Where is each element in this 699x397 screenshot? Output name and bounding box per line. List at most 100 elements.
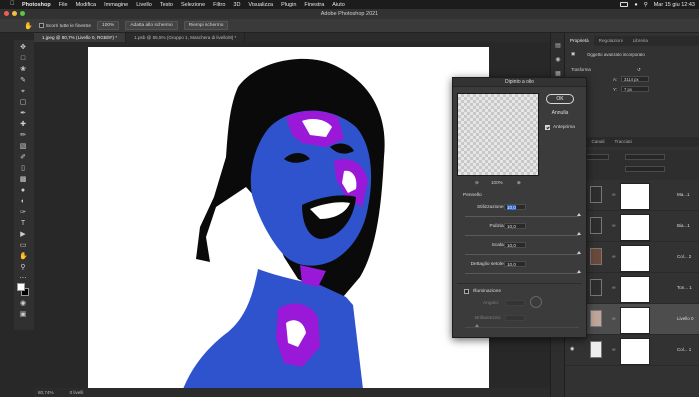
layer-mask-thumbnail[interactable] bbox=[620, 183, 650, 210]
more-tools-icon[interactable]: ⋯ bbox=[19, 275, 27, 283]
layer-thumbnail[interactable] bbox=[590, 310, 602, 327]
move-tool-icon[interactable]: ✥ bbox=[19, 44, 27, 52]
dialog-title[interactable]: Dipinto a olio bbox=[453, 78, 586, 87]
menu-file[interactable]: File bbox=[59, 2, 68, 8]
menu-3d[interactable]: 3D bbox=[233, 2, 240, 8]
fill-screen-button[interactable]: Riempi schermo bbox=[183, 21, 229, 30]
brush-field-slider[interactable] bbox=[465, 270, 581, 274]
dodge-tool-icon[interactable]: ◐ bbox=[19, 198, 27, 206]
slider-knob[interactable] bbox=[577, 232, 581, 235]
tab-paths[interactable]: Tracciati bbox=[610, 137, 637, 147]
battery-icon[interactable] bbox=[620, 2, 629, 7]
lasso-tool-icon[interactable]: ❀ bbox=[19, 66, 27, 74]
link-icon[interactable]: ∞ bbox=[612, 347, 617, 354]
scroll-all-checkbox[interactable] bbox=[38, 22, 44, 28]
lighting-checkbox[interactable] bbox=[464, 289, 469, 294]
layer-name[interactable]: Livello 0 bbox=[677, 316, 694, 321]
tab-properties[interactable]: Proprietà bbox=[565, 36, 594, 46]
slider-knob[interactable] bbox=[577, 270, 581, 273]
tab-1-jpeg[interactable]: 1.jpeg @ 80,7% (Livello 0, RGB/8*) * bbox=[34, 33, 127, 42]
history-panel-icon[interactable]: ▤ bbox=[555, 43, 561, 49]
brush-field-input[interactable]: 10,0 bbox=[504, 242, 526, 248]
layer-mask-thumbnail[interactable] bbox=[620, 214, 650, 241]
link-icon[interactable]: ∞ bbox=[612, 192, 617, 199]
brush-field-input[interactable]: 10,0 bbox=[504, 223, 526, 229]
menu-visualizza[interactable]: Visualizza bbox=[248, 2, 273, 8]
link-icon[interactable]: ∞ bbox=[612, 223, 617, 230]
menu-plugin[interactable]: Plugin bbox=[281, 2, 296, 8]
menu-finestra[interactable]: Finestra bbox=[304, 2, 324, 8]
layer-thumbnail[interactable] bbox=[590, 248, 602, 265]
link-icon[interactable]: ∞ bbox=[612, 316, 617, 323]
layer-thumbnail[interactable] bbox=[590, 279, 602, 296]
blend-mode-select[interactable] bbox=[625, 154, 665, 160]
layer-name[interactable]: Bia...1 bbox=[677, 223, 690, 228]
pen-tool-icon[interactable]: ✑ bbox=[19, 209, 27, 217]
blur-tool-icon[interactable]: ● bbox=[19, 187, 27, 195]
fit-screen-button[interactable]: Adatta allo schermo bbox=[125, 21, 178, 30]
tab-adjustments[interactable]: Regolazioni bbox=[594, 36, 628, 46]
document-canvas[interactable] bbox=[88, 47, 489, 389]
menu-app[interactable]: Photoshop bbox=[22, 2, 51, 8]
path-select-tool-icon[interactable]: ▶ bbox=[19, 231, 27, 239]
layer-mask-thumbnail[interactable] bbox=[620, 307, 650, 334]
layer-name[interactable]: Ton... 1 bbox=[677, 285, 692, 290]
apple-icon[interactable]:  bbox=[10, 1, 16, 8]
menu-testo[interactable]: Testo bbox=[160, 2, 173, 8]
shape-tool-icon[interactable]: ▭ bbox=[19, 242, 27, 250]
wifi-icon[interactable]: ● bbox=[634, 2, 637, 8]
y-field[interactable]: 7 px bbox=[621, 86, 649, 92]
history-brush-tool-icon[interactable]: ✐ bbox=[19, 154, 27, 162]
visibility-eye-icon[interactable]: ◉ bbox=[570, 347, 577, 352]
quick-select-tool-icon[interactable]: ✎ bbox=[19, 77, 27, 85]
foreground-color-swatch[interactable] bbox=[17, 283, 25, 291]
quick-mask-icon[interactable]: ◉ bbox=[19, 300, 27, 308]
brush-field-slider[interactable] bbox=[465, 251, 581, 255]
tab-1-psb[interactable]: 1.psb @ 55,5% (Gruppo 1, Maschera di liv… bbox=[126, 33, 246, 42]
scroll-all-option[interactable]: Scorri tutte le finestre bbox=[38, 22, 91, 28]
menu-modifica[interactable]: Modifica bbox=[76, 2, 96, 8]
healing-tool-icon[interactable]: ✚ bbox=[19, 121, 27, 129]
zoom-100-button[interactable]: 100% bbox=[97, 21, 120, 30]
brush-field-slider[interactable] bbox=[465, 213, 581, 217]
eraser-tool-icon[interactable]: ▯ bbox=[19, 165, 27, 173]
close-icon[interactable] bbox=[4, 11, 9, 16]
tab-library[interactable]: Libreria bbox=[628, 36, 653, 46]
brush-field-slider[interactable] bbox=[465, 232, 581, 236]
marquee-tool-icon[interactable]: □ bbox=[19, 55, 27, 63]
layer-name[interactable]: Col... 2 bbox=[677, 254, 691, 259]
gradient-tool-icon[interactable]: ▩ bbox=[19, 176, 27, 184]
brush-field-input[interactable]: 10,0 bbox=[504, 204, 526, 210]
layer-row[interactable]: ◉ ∞ Col... 1 bbox=[565, 335, 699, 366]
crop-tool-icon[interactable]: ⌖ bbox=[19, 88, 27, 96]
layer-mask-thumbnail[interactable] bbox=[620, 338, 650, 365]
ok-button[interactable]: OK bbox=[546, 94, 574, 104]
hand-tool-icon[interactable]: ✋ bbox=[24, 22, 33, 30]
menu-filtro[interactable]: Filtro bbox=[213, 2, 225, 8]
minimize-icon[interactable] bbox=[12, 11, 17, 16]
slider-knob[interactable] bbox=[577, 213, 581, 216]
zoom-tool-icon[interactable]: ⚲ bbox=[19, 264, 27, 272]
eyedropper-tool-icon[interactable]: ✒ bbox=[19, 110, 27, 118]
zoom-readout[interactable]: 80,74% bbox=[38, 390, 54, 395]
slider-knob[interactable] bbox=[577, 251, 581, 254]
menu-immagine[interactable]: Immagine bbox=[104, 2, 128, 8]
menu-selezione[interactable]: Selezione bbox=[181, 2, 205, 8]
hand-tool-icon[interactable]: ✋ bbox=[19, 253, 28, 261]
brush-field-input[interactable]: 10,0 bbox=[504, 261, 526, 267]
layer-name[interactable]: Col... 1 bbox=[677, 347, 691, 352]
link-icon[interactable]: ∞ bbox=[612, 254, 617, 261]
screen-mode-icon[interactable]: ▣ bbox=[19, 311, 27, 319]
layer-name[interactable]: Ma...1 bbox=[677, 192, 690, 197]
link-icon[interactable]: ∞ bbox=[612, 285, 617, 292]
menu-livello[interactable]: Livello bbox=[136, 2, 152, 8]
type-tool-icon[interactable]: T bbox=[19, 220, 27, 228]
opacity-field[interactable] bbox=[625, 166, 665, 172]
tab-channels[interactable]: Canali bbox=[587, 137, 610, 147]
frame-tool-icon[interactable]: ▢ bbox=[19, 99, 27, 107]
color-panel-icon[interactable]: ◉ bbox=[555, 57, 561, 63]
zoom-out-icon[interactable]: ⊖ bbox=[475, 180, 479, 186]
search-icon[interactable]: ⚲ bbox=[644, 2, 648, 8]
menu-aiuto[interactable]: Aiuto bbox=[332, 2, 345, 8]
layer-thumbnail[interactable] bbox=[590, 217, 602, 234]
